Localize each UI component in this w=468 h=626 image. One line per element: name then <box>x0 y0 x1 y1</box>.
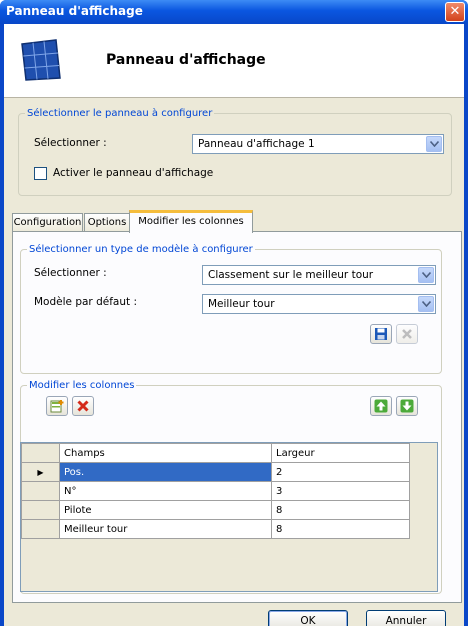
chevron-down-icon[interactable] <box>418 267 434 283</box>
template-select[interactable]: Classement sur le meilleur tour <box>202 265 436 285</box>
tab-modifier-colonnes[interactable]: Modifier les colonnes <box>129 210 253 233</box>
column-header-largeur[interactable]: Largeur <box>271 443 410 463</box>
default-model-select[interactable]: Meilleur tour <box>202 294 436 314</box>
solar-panel-icon <box>21 39 61 81</box>
row-header[interactable]: ▶ <box>21 462 60 482</box>
columns-legend: Modifier les colonnes <box>29 380 135 391</box>
activate-panel-label: Activer le panneau d'affichage <box>53 167 214 179</box>
move-up-button[interactable] <box>370 396 392 416</box>
move-up-icon <box>374 399 388 413</box>
move-down-button[interactable] <box>396 396 418 416</box>
ok-button[interactable]: OK <box>268 610 348 626</box>
table-row[interactable]: N° 3 <box>21 481 410 501</box>
select-panel-label: Sélectionner : <box>34 137 107 149</box>
table-row[interactable]: Pilote 8 <box>21 500 410 520</box>
close-button[interactable]: ✕ <box>445 2 465 22</box>
field-cell[interactable]: Meilleur tour <box>59 519 272 539</box>
delete-icon <box>402 329 412 339</box>
header-row: Champs Largeur <box>21 443 410 463</box>
close-icon: ✕ <box>449 4 461 19</box>
delete-icon <box>77 400 89 412</box>
template-legend: Sélectionner un type de modèle à configu… <box>29 244 253 255</box>
width-cell[interactable]: 2 <box>271 462 410 482</box>
default-model-label: Modèle par défaut : <box>34 296 137 308</box>
dialog-body: Panneau d'affichage Sélectionner le pann… <box>4 24 464 626</box>
panel-select[interactable]: Panneau d'affichage 1 <box>192 134 444 154</box>
width-cell[interactable]: 8 <box>271 500 410 520</box>
table-row[interactable]: ▶ Pos. 2 <box>21 462 410 482</box>
cancel-button[interactable]: Annuler <box>366 610 446 626</box>
add-icon <box>50 400 64 413</box>
column-header-champs[interactable]: Champs <box>59 443 272 463</box>
save-template-button[interactable] <box>370 324 392 344</box>
select-panel-legend: Sélectionner le panneau à configurer <box>27 108 213 119</box>
row-header-corner <box>21 443 60 463</box>
row-indicator-icon: ▶ <box>37 467 44 477</box>
field-cell[interactable]: N° <box>59 481 272 501</box>
add-column-button[interactable] <box>46 396 68 416</box>
width-cell[interactable]: 8 <box>271 519 410 539</box>
default-model-value: Meilleur tour <box>208 298 275 310</box>
chevron-down-icon[interactable] <box>418 296 434 312</box>
title-bar[interactable]: Panneau d'affichage ✕ <box>0 0 468 24</box>
field-cell[interactable]: Pos. <box>59 462 272 482</box>
table-row[interactable]: Meilleur tour 8 <box>21 519 410 539</box>
columns-grid[interactable]: Champs Largeur ▶ Pos. 2 N° 3 Pilote 8 Me… <box>20 442 438 592</box>
field-cell[interactable]: Pilote <box>59 500 272 520</box>
panel-select-value: Panneau d'affichage 1 <box>198 138 315 150</box>
activate-panel-checkbox[interactable] <box>34 167 47 180</box>
columns-table: Champs Largeur ▶ Pos. 2 N° 3 Pilote 8 Me… <box>21 443 410 539</box>
row-header[interactable] <box>21 519 60 539</box>
window-title: Panneau d'affichage <box>6 4 143 18</box>
row-header[interactable] <box>21 481 60 501</box>
tab-configuration[interactable]: Configuration <box>12 213 83 232</box>
save-icon <box>375 328 387 340</box>
row-header[interactable] <box>21 500 60 520</box>
tab-options[interactable]: Options <box>84 213 130 232</box>
header-title: Panneau d'affichage <box>106 52 266 68</box>
width-cell[interactable]: 3 <box>271 481 410 501</box>
dialog-header: Panneau d'affichage <box>4 24 464 98</box>
chevron-down-icon[interactable] <box>426 136 442 152</box>
delete-column-button[interactable] <box>72 396 94 416</box>
template-select-value: Classement sur le meilleur tour <box>208 269 374 281</box>
window: Panneau d'affichage ✕ Panneau d'affichag… <box>0 0 468 626</box>
template-select-label: Sélectionner : <box>34 267 107 279</box>
move-down-icon <box>400 399 414 413</box>
delete-template-button[interactable] <box>396 324 418 344</box>
